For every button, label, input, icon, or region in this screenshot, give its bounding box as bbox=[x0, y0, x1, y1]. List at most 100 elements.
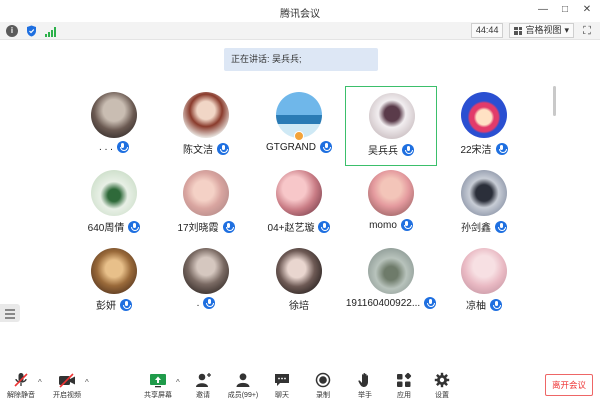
participant-name: GTGRAND bbox=[266, 141, 316, 153]
avatar bbox=[461, 92, 507, 138]
grid-icon bbox=[514, 26, 523, 35]
gear-icon bbox=[434, 372, 450, 388]
members-label: 成员(99+) bbox=[227, 392, 259, 399]
participant-tile[interactable]: momo bbox=[345, 164, 437, 244]
mic-icon bbox=[400, 219, 413, 231]
meeting-timer: 44:44 bbox=[470, 23, 504, 38]
participant-name-row: . . . bbox=[68, 141, 160, 153]
participant-name: 22宋洁 bbox=[460, 145, 492, 156]
avatar bbox=[368, 170, 414, 216]
chat-button[interactable]: 聊天 bbox=[260, 372, 304, 400]
invite-label: 邀请 bbox=[196, 392, 210, 399]
maximize-button[interactable]: □ bbox=[560, 4, 570, 16]
host-badge-icon bbox=[294, 131, 304, 141]
avatar bbox=[276, 170, 322, 216]
record-button[interactable]: 录制 bbox=[301, 372, 345, 400]
participant-name: . bbox=[196, 297, 200, 309]
minimize-button[interactable]: — bbox=[538, 4, 548, 16]
start-video-button[interactable]: 开启视频 bbox=[45, 372, 89, 400]
participant-name-row: 凉柚 bbox=[438, 297, 530, 312]
participant-tile[interactable]: 凉柚 bbox=[438, 242, 530, 322]
participant-name-row: 22宋洁 bbox=[438, 141, 530, 156]
participant-tile[interactable]: 孙剑鑫 bbox=[438, 164, 530, 244]
video-options-caret[interactable]: ^ bbox=[85, 378, 89, 387]
mic-off-icon bbox=[14, 373, 28, 387]
participant-tile[interactable]: 徐培 bbox=[253, 242, 345, 322]
view-switcher[interactable]: 宫格视图 ▾ bbox=[509, 23, 574, 38]
mic-icon bbox=[490, 298, 502, 311]
chevron-down-icon: ▾ bbox=[564, 25, 569, 35]
participant-tile[interactable]: 17刘晓霞 bbox=[160, 164, 252, 244]
participant-tile[interactable]: 640周倩 bbox=[68, 164, 160, 244]
unmute-button[interactable]: 解除静音 bbox=[0, 372, 43, 400]
shield-icon[interactable] bbox=[26, 25, 37, 37]
bottom-toolbar: 解除静音 ^ 开启视频 ^ 共享屏幕 ^ 邀请 成员(99+) 聊天 录制 举手… bbox=[0, 366, 600, 401]
side-panel-toggle[interactable] bbox=[0, 304, 20, 322]
mic-icon bbox=[217, 142, 229, 155]
participant-name: 640周倩 bbox=[87, 223, 125, 234]
avatar bbox=[183, 248, 229, 294]
unmute-label: 解除静音 bbox=[7, 392, 35, 399]
participant-name: 191160400922... bbox=[345, 297, 421, 309]
mic-icon bbox=[222, 220, 235, 233]
participant-tile[interactable]: 陈文洁 bbox=[160, 86, 252, 166]
mic-icon bbox=[320, 141, 332, 153]
participant-name-row: 吴兵兵 bbox=[346, 142, 436, 157]
participant-tile[interactable]: 191160400922... bbox=[345, 242, 437, 322]
raise-hand-icon bbox=[358, 373, 368, 387]
mic-icon bbox=[402, 143, 414, 156]
participant-name-row: 191160400922... bbox=[345, 297, 437, 309]
share-screen-icon bbox=[150, 374, 166, 388]
participant-tile[interactable]: 吴兵兵 bbox=[345, 86, 437, 166]
participant-name: 徐培 bbox=[289, 301, 309, 312]
leave-meeting-button[interactable]: 离开会议 bbox=[545, 374, 593, 396]
participant-tile[interactable]: . . . bbox=[68, 86, 160, 166]
participant-tile[interactable]: . bbox=[160, 242, 252, 322]
signal-icon[interactable] bbox=[45, 26, 57, 37]
avatar bbox=[368, 248, 414, 294]
mic-icon bbox=[424, 297, 437, 309]
participant-name: 吴兵兵 bbox=[368, 146, 398, 157]
share-screen-button[interactable]: 共享屏幕 bbox=[136, 372, 180, 400]
title-bar: 腾讯会议 — □ ✕ bbox=[0, 0, 600, 22]
start-video-label: 开启视频 bbox=[53, 392, 81, 399]
participant-name-row: 陈文洁 bbox=[160, 141, 252, 156]
invite-icon bbox=[196, 373, 211, 387]
participant-name: 17刘晓霞 bbox=[177, 223, 219, 234]
avatar bbox=[369, 93, 415, 139]
participant-name: 孙剑鑫 bbox=[461, 223, 491, 234]
avatar bbox=[276, 248, 322, 294]
participant-tile[interactable]: 22宋洁 bbox=[438, 86, 530, 166]
participant-name-row: 640周倩 bbox=[68, 219, 160, 234]
mic-icon bbox=[120, 298, 132, 311]
grid-scrollbar[interactable] bbox=[553, 86, 556, 116]
avatar bbox=[183, 170, 229, 216]
participant-name: momo bbox=[369, 219, 397, 231]
info-icon[interactable]: i bbox=[6, 25, 18, 37]
close-button[interactable]: ✕ bbox=[582, 4, 592, 16]
participant-name-row: 17刘晓霞 bbox=[160, 219, 252, 234]
raise-hand-button[interactable]: 举手 bbox=[343, 372, 387, 400]
participant-tile[interactable]: GTGRAND bbox=[253, 86, 345, 166]
apps-icon bbox=[397, 372, 412, 387]
share-options-caret[interactable]: ^ bbox=[176, 378, 180, 387]
settings-button[interactable]: 设置 bbox=[420, 372, 464, 400]
raise-hand-label: 举手 bbox=[358, 392, 372, 399]
participant-tile[interactable]: 彭妍 bbox=[68, 242, 160, 322]
participant-name: 04+赵艺璇 bbox=[267, 223, 315, 234]
chat-icon bbox=[275, 374, 289, 386]
participant-tile[interactable]: 04+赵艺璇 bbox=[253, 164, 345, 244]
mic-icon bbox=[203, 297, 216, 309]
mic-icon bbox=[318, 220, 331, 233]
participant-name-row: 孙剑鑫 bbox=[438, 219, 530, 234]
members-icon bbox=[236, 373, 250, 387]
participant-name: 彭妍 bbox=[96, 301, 116, 312]
chat-label: 聊天 bbox=[275, 392, 289, 399]
fullscreen-icon[interactable]: ⛶ bbox=[580, 24, 594, 38]
members-button[interactable]: 成员(99+) bbox=[221, 372, 265, 400]
invite-button[interactable]: 邀请 bbox=[181, 372, 225, 400]
audio-options-caret[interactable]: ^ bbox=[38, 378, 42, 387]
participant-name-row: . bbox=[160, 297, 252, 309]
avatar bbox=[91, 92, 137, 138]
mic-icon bbox=[495, 220, 507, 233]
